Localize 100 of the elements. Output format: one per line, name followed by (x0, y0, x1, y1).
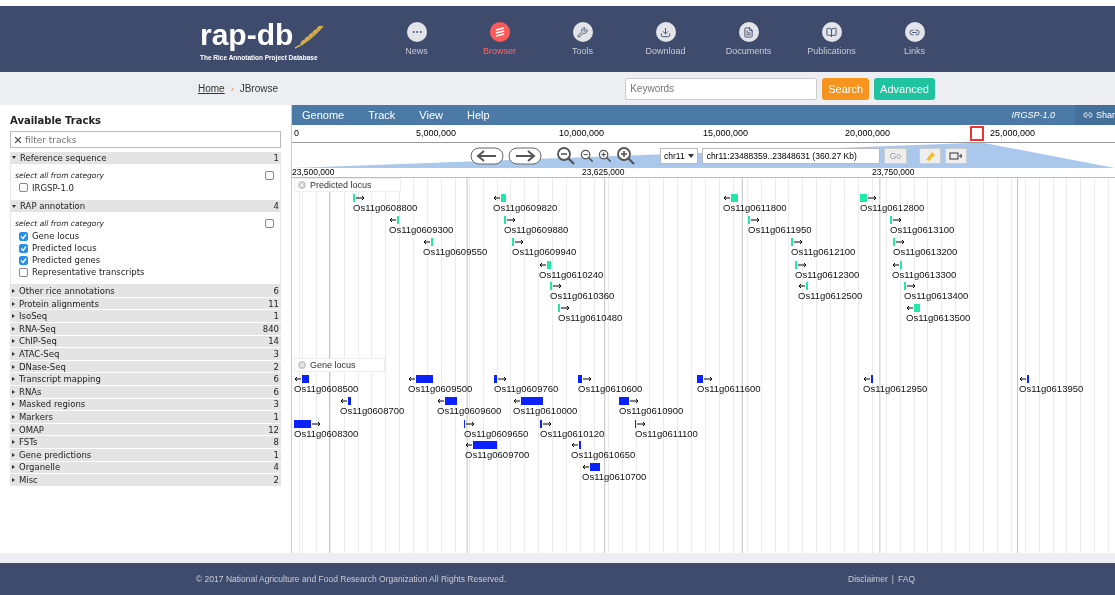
gene-feature-drawing[interactable] (464, 420, 475, 428)
gene-feature-drawing[interactable] (906, 304, 922, 312)
gene-feature-drawing[interactable] (494, 375, 507, 383)
gene-name: Os11g0613100 (890, 224, 955, 235)
gene-feature-drawing[interactable] (340, 397, 353, 405)
track-title[interactable]: Predicted locus (294, 178, 401, 192)
nav-link[interactable]: Tools (541, 22, 624, 56)
chromosome-select[interactable]: chr11 (660, 147, 698, 164)
speech-bubble-icon (406, 22, 427, 42)
share-button[interactable]: Shar (1075, 105, 1115, 125)
track-label: Predicted locus (32, 243, 97, 254)
footer-link[interactable]: Disclaimer (848, 574, 888, 584)
gene-feature-drawing[interactable] (619, 397, 639, 405)
pan-left-icon[interactable] (470, 146, 504, 165)
zoom-out-icon[interactable] (580, 148, 594, 163)
gene-feature-drawing[interactable] (635, 420, 646, 428)
menu-item[interactable]: Genome (302, 109, 345, 121)
category-header[interactable]: Misc 2 (10, 474, 281, 487)
gene-feature-drawing[interactable] (353, 194, 365, 202)
menu-item[interactable]: View (419, 109, 443, 121)
zoom-out-icon[interactable] (556, 145, 576, 166)
nav-link[interactable]: News (375, 22, 458, 56)
gene-feature-drawing[interactable] (578, 375, 592, 383)
nav-link[interactable]: Links (873, 22, 956, 56)
gene-feature-drawing[interactable] (540, 420, 552, 428)
gene-name: Os11g0609760 (494, 383, 559, 394)
filter-field[interactable]: filter tracks (10, 131, 281, 148)
gene-feature-drawing[interactable] (423, 238, 435, 246)
download-icon (655, 22, 676, 42)
gene-feature-drawing[interactable] (893, 238, 905, 246)
gene-feature-drawing[interactable] (795, 261, 807, 269)
category-header[interactable]: Reference sequence 1 (10, 152, 281, 165)
select-all-checkbox[interactable] (265, 219, 274, 229)
category-header[interactable]: Transcript mapping 6 (10, 373, 281, 386)
gene-feature-drawing[interactable] (723, 194, 740, 202)
category-header[interactable]: ATAC-Seq 3 (10, 348, 281, 361)
gene-feature-drawing[interactable] (389, 216, 401, 224)
gene-feature-drawing[interactable] (890, 216, 902, 224)
highlighter-icon (924, 149, 936, 162)
category-header[interactable]: Markers 1 (10, 411, 281, 424)
track-checkbox[interactable] (19, 183, 28, 193)
assembly-name: IRGSP-1.0 (1011, 110, 1055, 120)
nav-link[interactable]: Publications (790, 22, 873, 56)
footer-link[interactable]: FAQ (898, 574, 915, 584)
view-region-marker[interactable] (970, 126, 984, 141)
zoom-in-icon[interactable] (616, 145, 636, 166)
gene-feature-drawing[interactable] (571, 441, 583, 449)
breadcrumb-link[interactable]: Home (198, 83, 225, 94)
location-field[interactable]: chr11:23488359..23848631 (360.27 Kb) (701, 147, 880, 164)
ruler-label: 15,000,000 (703, 128, 749, 138)
gene-feature-drawing[interactable] (904, 282, 916, 290)
gene-name: Os11g0613400 (904, 290, 969, 301)
gene-feature-drawing[interactable] (437, 397, 459, 405)
gene-name: Os11g0612300 (795, 269, 860, 280)
gene-feature-drawing[interactable] (493, 194, 508, 202)
gene-feature-drawing[interactable] (539, 261, 553, 269)
pan-right-icon[interactable] (508, 146, 542, 165)
gene-name: Os11g0609600 (437, 405, 502, 416)
gene-feature-drawing[interactable] (558, 304, 570, 312)
gene-name: Os11g0613950 (1019, 383, 1084, 394)
gene-name: Os11g0608300 (294, 428, 359, 439)
gene-feature-drawing[interactable] (408, 375, 435, 383)
gene-feature-drawing[interactable] (504, 216, 516, 224)
track-checkbox[interactable] (19, 243, 28, 253)
track-name: Predicted locus (310, 180, 372, 190)
category-header[interactable]: FSTs 8 (10, 436, 281, 449)
nav-link[interactable]: Documents (707, 22, 790, 56)
site-logo[interactable]: rap-db (200, 19, 294, 50)
nav-link[interactable]: Download (624, 22, 707, 56)
gene-feature-drawing[interactable] (798, 282, 810, 290)
track-checkbox[interactable] (19, 255, 28, 265)
track-title[interactable]: Gene locus (294, 358, 385, 372)
gene-feature-drawing[interactable] (512, 238, 524, 246)
category-header[interactable]: IsoSeq 1 (10, 310, 281, 323)
menu-item[interactable]: Help (466, 109, 490, 121)
gene-feature-drawing[interactable] (294, 420, 321, 428)
gene-feature-drawing[interactable] (465, 441, 499, 449)
track-checkbox[interactable] (19, 231, 28, 241)
gene-name: Os11g0608800 (353, 202, 418, 213)
menu-item[interactable]: Track (368, 109, 396, 121)
gene-feature-drawing[interactable] (582, 463, 602, 471)
gene-name: Os11g0608500 (294, 383, 359, 394)
gene-feature-drawing[interactable] (860, 194, 877, 202)
ruler-label: 23,750,000 (872, 167, 915, 177)
gene-feature-drawing[interactable] (697, 375, 713, 383)
gene-feature-drawing[interactable] (294, 375, 311, 383)
category-header[interactable]: Other rice annotations 6 (10, 285, 281, 298)
zoom-in-icon[interactable] (598, 148, 612, 163)
track-checkbox[interactable] (19, 267, 28, 277)
gene-feature-drawing[interactable] (748, 216, 760, 224)
select-all-checkbox[interactable] (265, 170, 274, 180)
search-field[interactable]: Keywords (625, 77, 818, 100)
gene-feature-drawing[interactable] (863, 375, 875, 383)
gene-feature-drawing[interactable] (550, 282, 562, 290)
gene-feature-drawing[interactable] (513, 397, 545, 405)
gene-feature-drawing[interactable] (791, 238, 803, 246)
overview-ruler[interactable]: 0 5,000,000 10,000,000 15,000,000 20,000,000 25,000,000 (292, 125, 1115, 143)
gene-feature-drawing[interactable] (892, 261, 904, 269)
gene-feature-drawing[interactable] (1019, 375, 1031, 383)
clear-icon[interactable] (13, 135, 23, 145)
